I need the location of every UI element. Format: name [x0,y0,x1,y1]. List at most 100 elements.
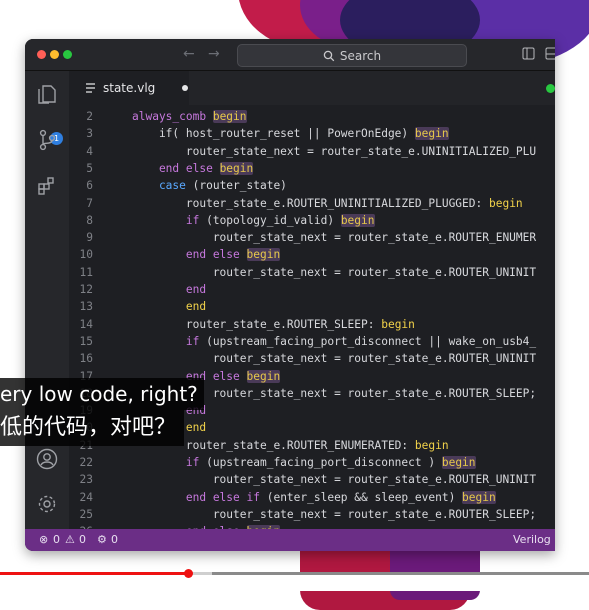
video-progress-bar[interactable] [0,572,589,575]
arrow-right-icon[interactable]: → [208,46,220,62]
code-text: end else begin [132,246,281,263]
code-text: end else begin [132,160,254,177]
subtitle-chinese: 低的代码，对吧？ [0,410,185,446]
error-icon[interactable]: ⊗ [39,533,48,546]
code-line[interactable]: 14 router_state_e.ROUTER_SLEEP: begin [69,316,555,333]
code-token: begin [462,490,496,504]
source-control-icon[interactable] [36,129,58,151]
line-number: 15 [79,334,93,348]
settings-gear-icon[interactable] [36,493,58,515]
code-line[interactable]: 22 if (upstream_facing_port_disconnect )… [69,454,555,471]
search-label: Search [339,48,382,63]
line-number: 13 [79,300,93,314]
line-number: 16 [79,352,93,366]
code-token: if( host_router_reset || PowerOnEdge) [132,127,415,141]
toggle-sidebar-icon[interactable] [522,47,535,64]
line-number: 10 [79,248,93,262]
code-text: router_state_next = router_state_e.ROUTE… [132,229,536,246]
extensions-icon[interactable] [36,175,58,197]
file-icon [86,83,95,93]
code-line[interactable]: 24 end else if (enter_sleep && sleep_eve… [69,489,555,506]
code-line[interactable]: 4 router_state_next = router_state_e.UNI… [69,143,555,160]
unsaved-dot-icon[interactable] [182,85,189,91]
code-line[interactable]: 9 router_state_next = router_state_e.ROU… [69,229,555,246]
code-line[interactable]: 23 router_state_next = router_state_e.RO… [69,471,555,488]
code-line[interactable]: 12 end [69,281,555,298]
code-line[interactable]: 5 end else begin [69,160,555,177]
code-token: end else if [132,490,267,504]
code-line[interactable]: 10 end else begin [69,246,555,263]
code-token: (enter_sleep && sleep_event) [266,490,463,504]
played-bar [0,572,189,575]
line-number: 24 [79,490,93,504]
ports-icon[interactable]: ⚙ [97,533,107,546]
minimize-window-button[interactable] [50,50,59,59]
code-text: end [132,281,206,298]
code-token: if [132,334,207,348]
line-number: 5 [86,161,93,175]
code-text: router_state_next = router_state_e.ROUTE… [132,350,536,367]
code-token: end else [132,161,220,175]
code-token: if [132,213,207,227]
code-token: router_state_next = router_state_e.ROUTE… [132,507,537,521]
code-line[interactable]: 11 router_state_next = router_state_e.RO… [69,264,555,281]
layout-icon[interactable] [545,47,555,64]
code-token: begin [414,127,449,141]
code-token: (upstream_facing_port_disconnect || wake… [206,334,537,348]
code-text: router_state_next = router_state_e.ROUTE… [132,506,536,523]
code-line[interactable]: 8 if (topology_id_valid) begin [69,212,555,229]
line-number: 7 [86,196,93,210]
code-line[interactable]: 13 end [69,298,555,315]
code-text: router_state_e.ROUTER_SLEEP: begin [132,316,415,333]
activity-bar: 1 [25,71,69,529]
status-bar: ⊗ 0 ⚠ 0 ⚙ 0 Verilog [25,529,555,551]
language-mode[interactable]: Verilog [513,533,551,546]
ports-count: 0 [111,533,118,546]
tab-bar: state.vlg [69,71,555,105]
code-token: router_state_e.ROUTER_SLEEP: [132,317,382,331]
code-line[interactable]: 16 router_state_next = router_state_e.RO… [69,350,555,367]
tab-filename: state.vlg [103,81,156,95]
code-token: begin [488,196,523,210]
line-number: 25 [79,507,93,521]
code-token: (topology_id_valid) [206,213,341,227]
code-line[interactable]: 3 if( host_router_reset || PowerOnEdge) … [69,125,555,142]
code-token: always_comb [132,110,213,123]
maximize-window-button[interactable] [63,50,72,59]
code-editor[interactable]: 2 always_comb begin 3 if( host_router_rese… [69,105,555,529]
files-icon[interactable] [36,83,58,105]
subtitle-english: ery low code, right? [0,378,204,410]
arrow-left-icon[interactable]: ← [183,46,195,62]
code-token: router_state_e.ROUTER_UNINITIALIZED_PLUG… [132,196,489,210]
line-number: 12 [79,283,93,296]
account-icon[interactable] [36,448,58,470]
code-line[interactable]: 15 if (upstream_facing_port_disconnect |… [69,333,555,350]
code-line[interactable]: 6 case (router_state) [69,177,555,194]
code-token: begin [441,456,476,469]
code-line[interactable]: 7 router_state_e.ROUTER_UNINITIALIZED_PL… [69,195,555,212]
warning-icon[interactable]: ⚠ [65,533,75,546]
warning-count: 0 [79,533,86,546]
code-text: if (upstream_facing_port_disconnect ) be… [132,454,476,471]
line-number: 9 [86,231,93,245]
error-count: 0 [53,533,60,546]
code-token: begin [212,110,247,123]
code-token: router_state_next = router_state_e.ROUTE… [132,352,537,366]
code-line[interactable]: 2 always_comb begin [69,108,555,125]
line-number: 22 [79,456,93,469]
code-token: end else [132,248,247,262]
code-token: end [132,283,207,296]
code-token: if [132,456,207,469]
code-text: router_state_next = router_state_e.ROUTE… [132,471,536,488]
search-box[interactable]: Search [237,44,467,67]
code-text: if( host_router_reset || PowerOnEdge) be… [132,125,449,142]
line-number: 14 [79,317,93,331]
close-window-button[interactable] [37,50,46,59]
tab-state-vlg[interactable]: state.vlg [69,71,189,105]
line-number: 6 [86,179,93,193]
line-number: 11 [79,265,93,279]
code-token: router_state_next = router_state_e.ROUTE… [132,265,537,279]
code-text: if (topology_id_valid) begin [132,212,375,229]
code-line[interactable]: 25 router_state_next = router_state_e.RO… [69,506,555,523]
code-token: router_state_next = router_state_e.ROUTE… [132,231,537,245]
